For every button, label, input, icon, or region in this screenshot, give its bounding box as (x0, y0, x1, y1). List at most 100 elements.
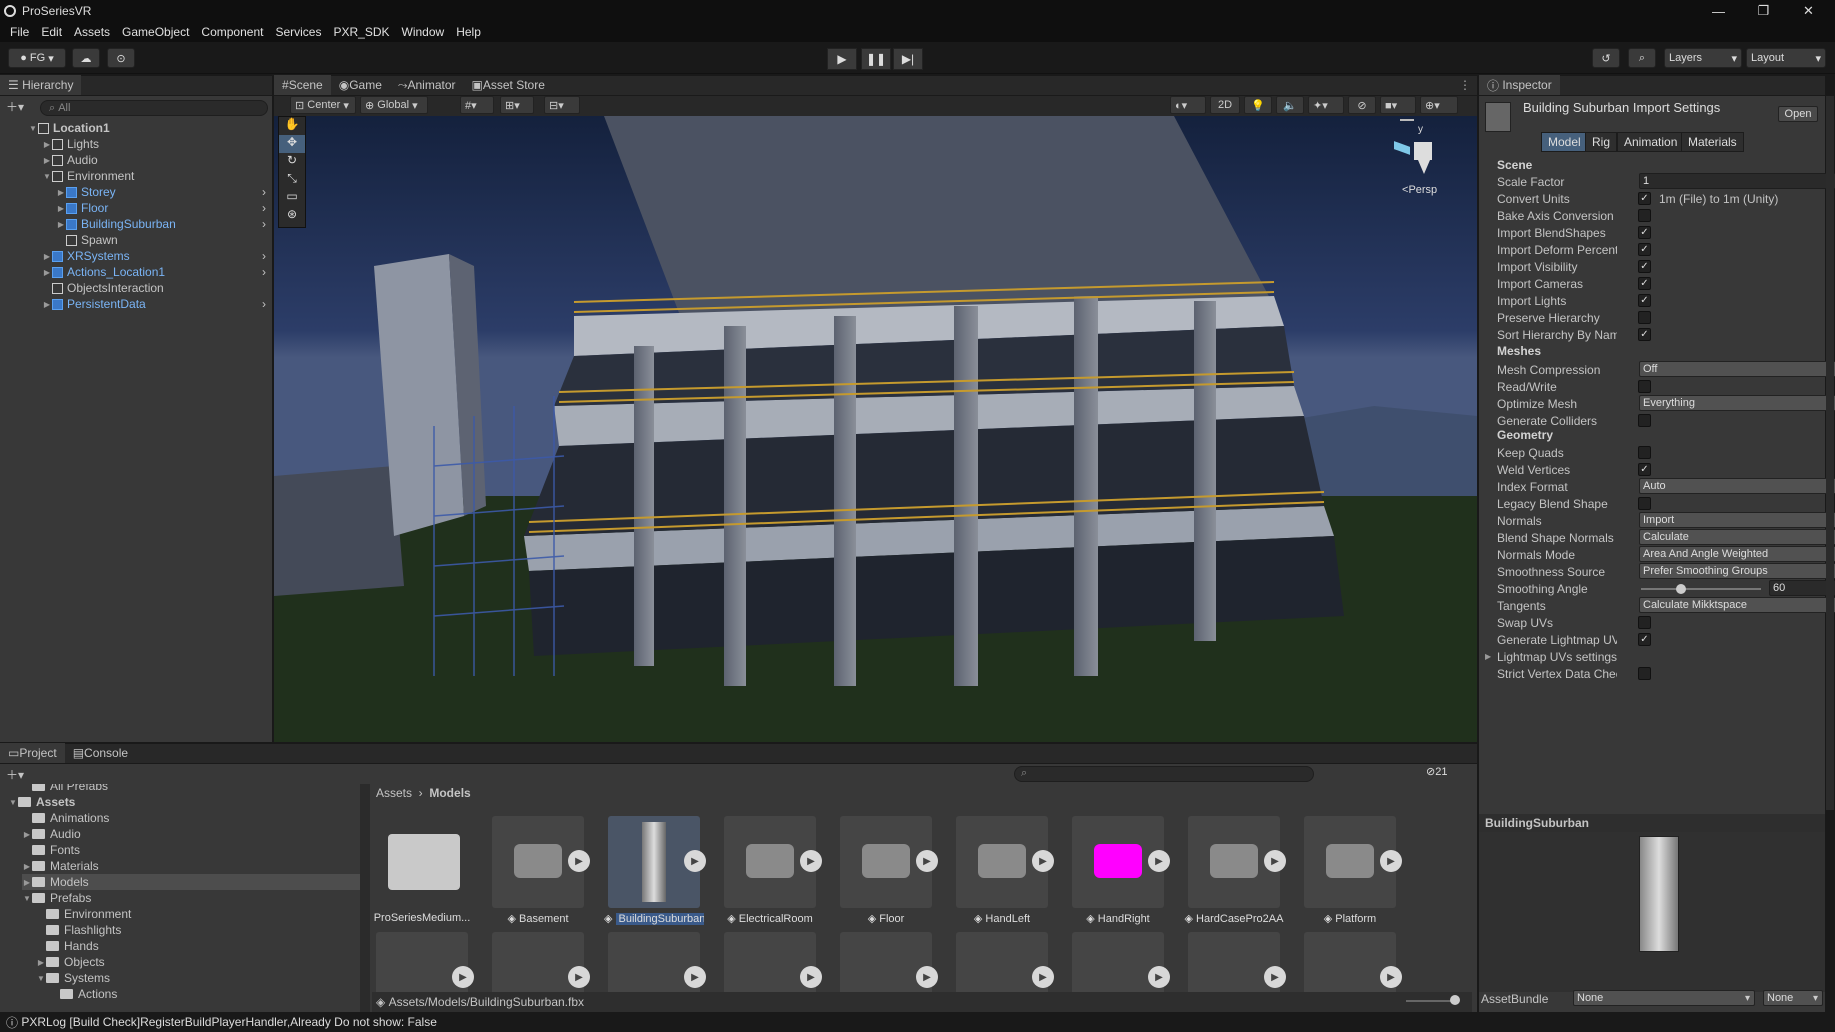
expand-arrow-icon[interactable]: ▶ (42, 268, 52, 277)
blend-normals-dropdown[interactable]: Calculate (1639, 529, 1835, 545)
strict-vertex-checkbox[interactable] (1638, 667, 1651, 680)
menu-services[interactable]: Services (275, 25, 321, 39)
hierarchy-item[interactable]: ▼ Location1 (28, 120, 272, 136)
project-tree-item[interactable]: Flashlights (36, 922, 360, 938)
project-tree-item[interactable]: ▶ Audio (22, 826, 360, 842)
play-preview-icon[interactable]: ▶ (1148, 966, 1170, 988)
foldout-arrow-icon[interactable]: ▶ (1485, 652, 1491, 661)
normals-dropdown[interactable]: Import (1639, 512, 1835, 528)
play-preview-icon[interactable]: ▶ (1264, 966, 1286, 988)
tab-console[interactable]: ▤ Console (65, 743, 136, 763)
checkbox-import-deform-percent[interactable]: ✓ (1638, 243, 1651, 256)
asset-tile[interactable]: ▶ (604, 932, 706, 992)
generate-colliders-checkbox[interactable] (1638, 414, 1651, 427)
preview-area[interactable] (1479, 832, 1825, 992)
project-tree-item[interactable]: ▶ Models (22, 874, 360, 890)
project-tree-item[interactable]: ▼ Assets (8, 794, 360, 810)
asset-tile[interactable]: ▶ ◈ BuildingSuburban (604, 816, 706, 926)
tab-rig[interactable]: Rig (1585, 132, 1618, 152)
project-tree-item[interactable]: ▶ Objects (36, 954, 360, 970)
expand-arrow-icon[interactable]: ▼ (28, 124, 38, 133)
tab-model[interactable]: Model (1541, 132, 1588, 152)
project-tree-item[interactable]: All Prefabs (22, 784, 360, 794)
gizmo-view-label[interactable]: <Persp (1402, 184, 1437, 196)
menu-window[interactable]: Window (402, 25, 445, 39)
asset-tile[interactable]: ▶ (952, 932, 1054, 992)
asset-tile[interactable]: ▶ ◈ Basement (488, 816, 590, 926)
asset-tile[interactable]: ▶ ◈ HardCasePro2AA (1184, 816, 1286, 926)
transform-tool-icon[interactable]: ⊛ (279, 207, 305, 225)
project-search-input[interactable]: ⌕ (1014, 766, 1314, 782)
expand-arrow-icon[interactable]: ▶ (22, 830, 32, 839)
assetbundle-dropdown[interactable]: None (1573, 990, 1755, 1006)
expand-arrow-icon[interactable]: ▶ (42, 156, 52, 165)
tab-hierarchy[interactable]: ☰ Hierarchy (0, 75, 82, 95)
checkbox-bake-axis-conversion[interactable] (1638, 209, 1651, 222)
project-tree-item[interactable]: ▼ Systems (36, 970, 360, 986)
checkbox-import-visibility[interactable]: ✓ (1638, 260, 1651, 273)
play-preview-icon[interactable]: ▶ (684, 966, 706, 988)
hierarchy-item[interactable]: ▶ Actions_Location1 › (42, 264, 272, 280)
chevron-right-icon[interactable]: › (262, 201, 266, 215)
tab-inspector[interactable]: ⓘ Inspector (1479, 75, 1560, 95)
assetbundle-variant-dropdown[interactable]: None (1763, 990, 1823, 1006)
expand-arrow-icon[interactable]: ▶ (36, 958, 46, 967)
project-tree-item[interactable]: Environment (36, 906, 360, 922)
asset-tile[interactable]: ▶ (720, 932, 822, 992)
expand-arrow-icon[interactable]: ▼ (42, 172, 52, 181)
play-preview-icon[interactable]: ▶ (1148, 850, 1170, 872)
scale-factor-input[interactable]: 1 (1639, 173, 1835, 189)
layout-dropdown[interactable]: Layout ▾ (1746, 48, 1826, 68)
asset-tile[interactable]: ▶ ◈ HandLeft (952, 816, 1054, 926)
asset-tile[interactable]: ▶ ◈ ElectricalRoom (720, 816, 822, 926)
add-object-button[interactable]: ＋▾ (6, 96, 24, 116)
create-asset-button[interactable]: ＋▾ (6, 764, 24, 784)
asset-tile[interactable]: ▶ (372, 932, 474, 992)
smoothing-angle-slider[interactable] (1641, 584, 1761, 594)
hierarchy-item[interactable]: ▶ Lights (42, 136, 272, 152)
chevron-right-icon[interactable]: › (262, 297, 266, 311)
play-preview-icon[interactable]: ▶ (1032, 850, 1054, 872)
chevron-right-icon[interactable]: › (262, 217, 266, 231)
expand-arrow-icon[interactable]: ▼ (22, 894, 32, 903)
camera-dropdown[interactable]: ■▾ (1380, 96, 1416, 114)
play-preview-icon[interactable]: ▶ (916, 966, 938, 988)
asset-tile[interactable]: ▶ (488, 932, 590, 992)
gizmos-dropdown[interactable]: ⊕▾ (1420, 96, 1458, 114)
project-tree-item[interactable]: ▼ Prefabs (22, 890, 360, 906)
index-format-dropdown[interactable]: Auto (1639, 478, 1835, 494)
expand-arrow-icon[interactable]: ▶ (56, 204, 66, 213)
hand-tool-icon[interactable]: ✋ (279, 117, 305, 135)
generate-lightmap-checkbox[interactable]: ✓ (1638, 633, 1651, 646)
rect-tool-icon[interactable]: ▭ (279, 189, 305, 207)
space-dropdown[interactable]: ⊕ Global ▾ (360, 96, 428, 114)
snap-increment-button[interactable]: ⊞▾ (500, 96, 534, 114)
keep-quads-checkbox[interactable] (1638, 446, 1651, 459)
scene-menu-button[interactable]: ⋮ (1459, 78, 1471, 92)
hierarchy-item[interactable]: ▶ BuildingSuburban › (56, 216, 272, 232)
hierarchy-item[interactable]: ▶ XRSystems › (42, 248, 272, 264)
scale-tool-icon[interactable]: ⤡ (279, 171, 305, 189)
checkbox-import-lights[interactable]: ✓ (1638, 294, 1651, 307)
toggle-2d-button[interactable]: 2D (1210, 96, 1240, 114)
play-preview-icon[interactable]: ▶ (1032, 966, 1054, 988)
step-button[interactable]: ▶| (893, 48, 923, 70)
tab-asset-store[interactable]: ▣ Asset Store (464, 75, 553, 95)
hierarchy-item[interactable]: Spawn (56, 232, 272, 248)
move-tool-icon[interactable]: ✥ (279, 135, 305, 153)
checkbox-import-blendshapes[interactable]: ✓ (1638, 226, 1651, 239)
chevron-right-icon[interactable]: › (262, 265, 266, 279)
hierarchy-item[interactable]: ▶ Storey › (56, 184, 272, 200)
menu-pxr-sdk[interactable]: PXR_SDK (333, 25, 389, 39)
expand-arrow-icon[interactable]: ▶ (56, 188, 66, 197)
viewport-overlay-handle[interactable] (1400, 119, 1414, 121)
chevron-right-icon[interactable]: › (262, 185, 266, 199)
play-preview-icon[interactable]: ▶ (568, 966, 590, 988)
slider-handle[interactable] (1675, 584, 1686, 594)
pivot-dropdown[interactable]: ⊡ Center ▾ (290, 96, 356, 114)
lighting-toggle[interactable]: 💡 (1244, 96, 1272, 114)
asset-tile[interactable]: ▶ (1068, 932, 1170, 992)
collab-button[interactable]: ⊙ (107, 48, 135, 68)
expand-arrow-icon[interactable]: ▼ (8, 798, 18, 807)
hierarchy-item[interactable]: ObjectsInteraction (42, 280, 272, 296)
